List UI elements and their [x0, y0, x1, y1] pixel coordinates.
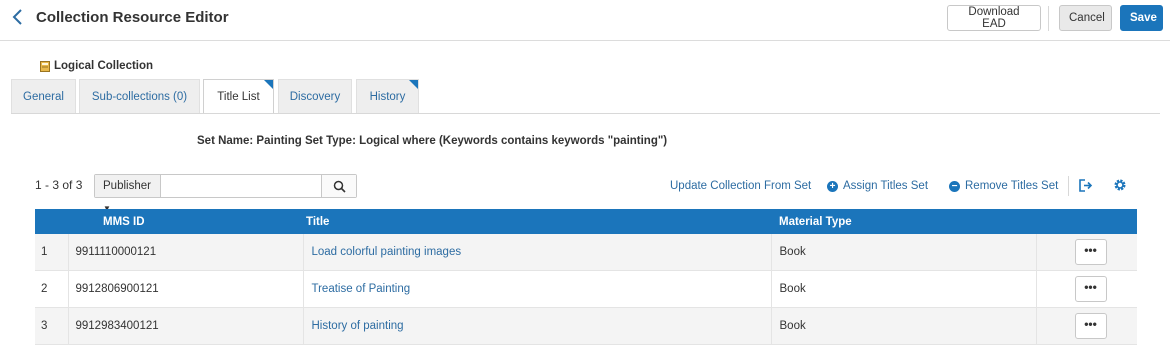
mms-id-cell: 9911110000121: [67, 234, 303, 271]
row-actions-cell: •••: [1035, 307, 1137, 345]
mms-id-cell: 9912806900121: [67, 270, 303, 308]
tab-discovery[interactable]: Discovery: [278, 79, 352, 113]
assign-titles-set-label: Assign Titles Set: [843, 180, 929, 192]
material-type-cell: Book: [770, 234, 1036, 271]
search-scope-value: Publisher: [103, 180, 151, 192]
title-link[interactable]: History of painting: [312, 320, 404, 332]
material-type-cell: Book: [770, 270, 1036, 308]
title-cell: History of painting: [302, 307, 771, 345]
tab-marker: [264, 80, 273, 89]
row-number: 3: [35, 307, 68, 345]
collection-type-label: Logical Collection: [40, 60, 153, 72]
export-icon[interactable]: [1078, 178, 1093, 193]
toolbar-divider: [1068, 176, 1069, 196]
search-bar: Publisher ▼: [94, 174, 357, 213]
collection-type-text: Logical Collection: [54, 60, 154, 72]
titles-table: MMS ID Title Material Type 1 99111100001…: [35, 209, 1137, 345]
column-header-number: [35, 209, 68, 234]
search-scope-dropdown[interactable]: Publisher ▼: [95, 175, 162, 213]
save-button[interactable]: Save: [1120, 5, 1163, 31]
results-count: 1 - 3 of 3: [35, 178, 83, 192]
tab-history[interactable]: History: [356, 79, 419, 113]
update-collection-from-set-link[interactable]: Update Collection From Set: [670, 180, 811, 192]
title-cell: Treatise of Painting: [302, 270, 771, 308]
page-title: Collection Resource Editor: [36, 9, 229, 26]
cancel-button[interactable]: Cancel: [1059, 5, 1112, 31]
title-link[interactable]: Treatise of Painting: [312, 283, 411, 295]
mms-id-cell: 9912983400121: [67, 307, 303, 345]
title-link[interactable]: Load colorful painting images: [312, 246, 462, 258]
table-row: 3 9912983400121 History of painting Book…: [35, 307, 1137, 345]
column-header-title[interactable]: Title: [303, 209, 771, 234]
table-row: 2 9912806900121 Treatise of Painting Boo…: [35, 270, 1137, 308]
back-chevron-icon[interactable]: [10, 7, 26, 27]
minus-circle-icon: −: [949, 180, 960, 192]
column-header-material-type[interactable]: Material Type: [771, 209, 1036, 234]
header-divider: [1048, 6, 1049, 31]
tab-title-list[interactable]: Title List: [203, 79, 274, 114]
row-actions-button[interactable]: •••: [1074, 239, 1107, 265]
row-number: 2: [35, 270, 68, 308]
download-ead-button[interactable]: Download EAD: [947, 5, 1041, 31]
tab-sub-collections[interactable]: Sub-collections (0): [79, 79, 200, 113]
row-actions-cell: •••: [1035, 234, 1137, 271]
table-row: 1 9911110000121 Load colorful painting i…: [35, 234, 1137, 271]
search-input[interactable]: [161, 175, 322, 197]
row-number: 1: [35, 234, 68, 271]
material-type-cell: Book: [770, 307, 1036, 345]
column-header-actions: [1036, 209, 1137, 234]
assign-titles-set-link[interactable]: + Assign Titles Set: [827, 180, 928, 192]
tab-history-label: History: [369, 91, 406, 103]
tab-general[interactable]: General: [11, 79, 76, 113]
remove-titles-set-link[interactable]: − Remove Titles Set: [949, 180, 1058, 192]
column-header-mms-id[interactable]: MMS ID: [68, 209, 303, 234]
remove-titles-set-label: Remove Titles Set: [965, 180, 1059, 192]
gear-icon[interactable]: [1113, 178, 1127, 192]
tab-marker: [409, 80, 418, 89]
table-header-row: MMS ID Title Material Type: [35, 209, 1137, 234]
tab-divider: [11, 113, 1160, 114]
title-cell: Load colorful painting images: [302, 234, 771, 271]
collection-icon: [40, 60, 50, 72]
tab-title-list-label: Title List: [217, 91, 260, 103]
row-actions-cell: •••: [1035, 270, 1137, 308]
search-button[interactable]: [321, 175, 356, 197]
set-name-info: Set Name: Painting Set Type: Logical whe…: [197, 135, 668, 147]
row-actions-button[interactable]: •••: [1074, 276, 1107, 302]
top-bar: Collection Resource Editor Download EAD …: [0, 0, 1170, 41]
row-actions-button[interactable]: •••: [1074, 313, 1107, 339]
search-icon: [333, 180, 346, 193]
plus-circle-icon: +: [827, 180, 838, 192]
